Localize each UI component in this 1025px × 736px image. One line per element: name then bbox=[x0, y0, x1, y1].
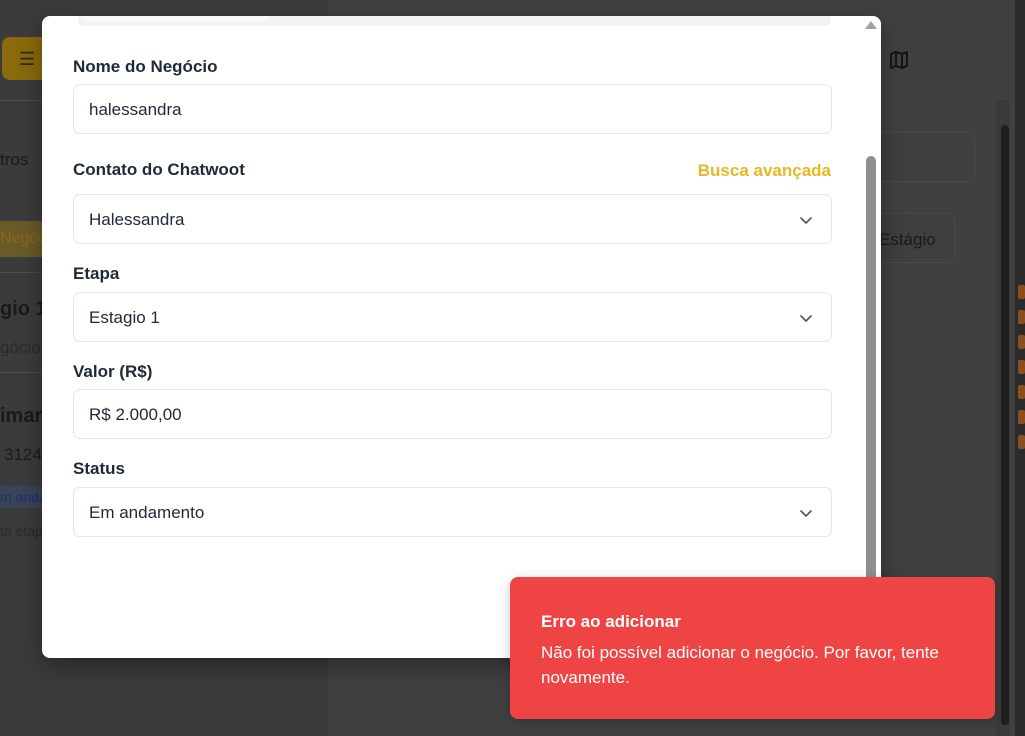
error-toast[interactable]: Erro ao adicionar Não foi possível adici… bbox=[510, 577, 995, 719]
strip-marker bbox=[1018, 385, 1025, 399]
add-deal-modal: Nome do Negócio halessandra Contato do C… bbox=[42, 16, 881, 658]
contact-phone: 3124 bbox=[4, 445, 42, 464]
strip-marker bbox=[1018, 360, 1025, 374]
filters-label: tros bbox=[0, 150, 29, 169]
stage-select[interactable]: Estagio 1 bbox=[73, 292, 832, 342]
stage-title: gio 1 bbox=[0, 298, 47, 320]
amount-label: Valor (R$) bbox=[73, 362, 153, 381]
contact-label: Contato do Chatwoot bbox=[73, 160, 245, 179]
stage-subtitle: gócio bbox=[0, 338, 41, 357]
strip-marker bbox=[1018, 310, 1025, 324]
scroll-up-arrow[interactable] bbox=[865, 21, 877, 29]
strip-marker bbox=[1018, 335, 1025, 349]
page-scrollbar-thumb[interactable] bbox=[1001, 125, 1009, 725]
contact-name: imar bbox=[0, 405, 43, 427]
toast-message: Não foi possível adicionar o negócio. Po… bbox=[541, 643, 939, 687]
map-icon[interactable] bbox=[889, 50, 909, 70]
next-stage-label: ta etap bbox=[0, 523, 43, 539]
amount-input[interactable]: R$ 2.000,00 bbox=[73, 389, 832, 439]
advanced-search-link[interactable]: Busca avançada bbox=[698, 161, 831, 181]
status-label: Status bbox=[73, 459, 125, 478]
strip-marker bbox=[1018, 435, 1025, 449]
chevron-down-icon bbox=[800, 510, 812, 517]
chevron-down-icon bbox=[800, 315, 812, 322]
filter-icon: ☰ bbox=[19, 49, 36, 69]
contact-value: Halessandra bbox=[89, 210, 185, 229]
business-name-input[interactable]: halessandra bbox=[73, 84, 832, 134]
status-select[interactable]: Em andamento bbox=[73, 487, 832, 537]
stage-value: Estagio 1 bbox=[89, 308, 160, 327]
strip-marker bbox=[1018, 410, 1025, 424]
chevron-down-icon bbox=[800, 217, 812, 224]
modal-header-tab bbox=[82, 16, 268, 22]
business-name-label: Nome do Negócio bbox=[73, 57, 218, 76]
contact-select[interactable]: Halessandra bbox=[73, 194, 832, 244]
stage-label: Etapa bbox=[73, 264, 120, 283]
strip-marker bbox=[1018, 285, 1025, 299]
amount-value: R$ 2.000,00 bbox=[89, 405, 182, 424]
add-stage-label: Estágio bbox=[879, 230, 936, 249]
business-name-value: halessandra bbox=[89, 100, 182, 119]
status-badge: m anda bbox=[0, 486, 48, 508]
status-value: Em andamento bbox=[89, 503, 205, 522]
toast-title: Erro ao adicionar bbox=[541, 612, 681, 631]
